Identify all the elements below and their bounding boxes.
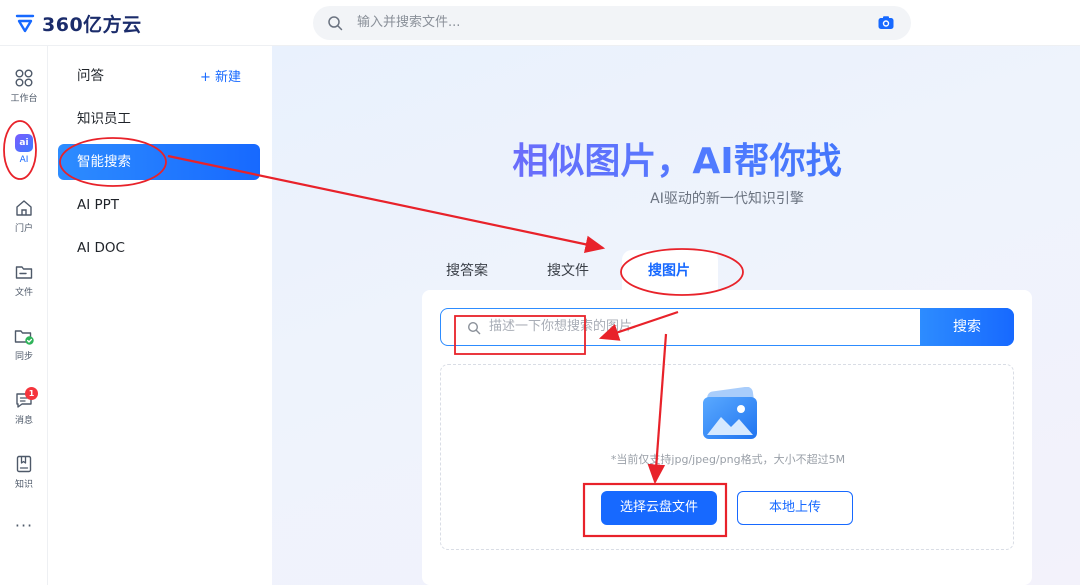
rail-item-ai[interactable]: ai AI [0,134,48,184]
image-icon [703,387,757,439]
ai-icon: ai [15,134,33,152]
select-cloud-file-button[interactable]: 选择云盘文件 [601,491,717,525]
tab-search-images[interactable]: 搜图片 [648,260,690,282]
upload-dropzone[interactable]: *当前仅支持jpg/jpeg/png格式，大小不超过5M 选择云盘文件 本地上传 [440,364,1014,550]
sidebar-item-ai-ppt[interactable]: AI PPT [58,187,260,223]
app-logo[interactable]: 360亿方云 [14,10,142,36]
rail-item-sync[interactable]: 同步 [0,326,48,376]
sidebar-item-knowledge-staff[interactable]: 知识员工 [58,101,260,137]
page-title: 相似图片，AI帮你找 [272,132,1080,184]
search-icon [467,321,481,335]
book-icon [16,455,32,473]
rail-item-knowledge[interactable]: 知识 [0,454,48,504]
camera-icon[interactable] [877,14,895,32]
search-button[interactable]: 搜索 [920,308,1014,346]
home-icon [16,200,32,216]
tab-search-answers[interactable]: 搜答案 [446,260,488,282]
main-content: 相似图片，AI帮你找 AI驱动的新一代知识引擎 搜答案 搜文件 搜图片 描述一下… [272,46,1080,585]
search-icon [328,16,343,31]
search-input[interactable]: 输入并搜索文件... [357,6,460,40]
unread-badge: 1 [25,387,38,400]
top-bar: 360亿方云 输入并搜索文件... [0,0,1080,46]
rail-item-workbench[interactable]: 工作台 [0,68,48,118]
upload-hint: *当前仅支持jpg/jpeg/png格式，大小不超过5M [610,453,846,466]
left-rail: 工作台 ai AI 门户 文件 同步 1 消息 知识 ··· [0,46,48,585]
page-subtitle: AI驱动的新一代知识引擎 [650,191,804,207]
global-search[interactable]: 输入并搜索文件... [313,6,911,40]
new-button[interactable]: + 新建 [200,66,241,85]
sync-folder-icon [14,330,34,345]
image-query-input[interactable]: 描述一下你想搜索的图片 [489,309,632,345]
sidebar-item-ai-doc[interactable]: AI DOC [58,230,260,266]
image-search-panel: 描述一下你想搜索的图片 搜索 *当前仅支持jpg/jpeg/png格式，大小不超… [422,290,1032,585]
logo-text: 360亿方云 [42,13,142,36]
rail-item-portal[interactable]: 门户 [0,198,48,248]
sidebar-item-smart-search[interactable]: 智能搜索 [58,144,260,180]
grid-icon [15,69,33,87]
local-upload-button[interactable]: 本地上传 [737,491,853,525]
more-button[interactable]: ··· [0,516,48,535]
rail-item-messages[interactable]: 1 消息 [0,387,48,440]
ai-sidebar: 问答 + 新建 知识员工 智能搜索 AI PPT AI DOC [48,46,272,585]
folder-icon [15,266,33,279]
tab-search-files[interactable]: 搜文件 [547,260,589,282]
rail-item-files[interactable]: 文件 [0,262,48,312]
logo-icon [15,14,35,33]
